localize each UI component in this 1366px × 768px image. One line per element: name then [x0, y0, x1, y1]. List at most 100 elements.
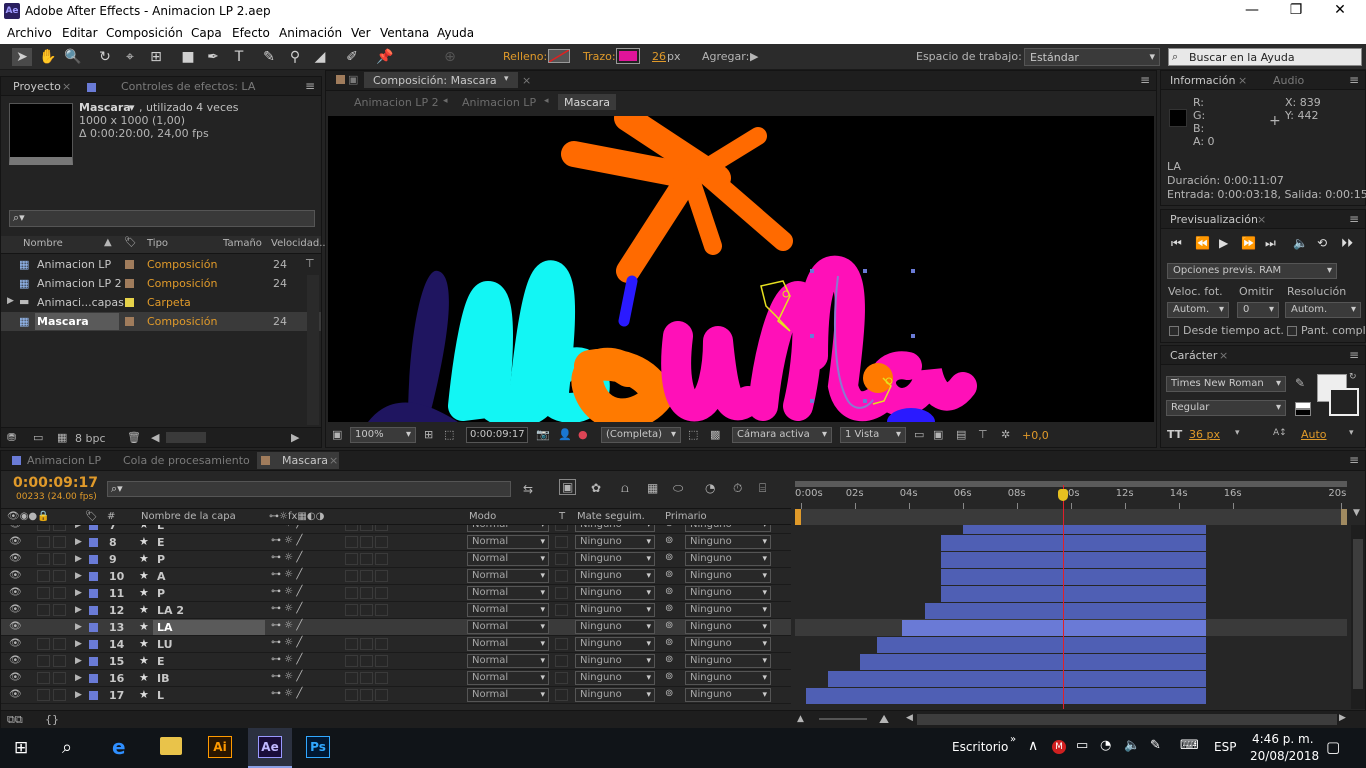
comp-viewer[interactable] [328, 116, 1154, 422]
scroll-thumb[interactable] [166, 432, 206, 443]
black-swatch[interactable] [1295, 409, 1311, 416]
draft-3d-icon[interactable]: ▣ [559, 479, 577, 495]
preserve-transparency-box[interactable] [555, 689, 568, 701]
toggle-modes-icon[interactable]: {} [45, 713, 59, 726]
switch-box[interactable] [345, 621, 358, 633]
switch-box[interactable] [375, 536, 388, 548]
parent-select[interactable]: Ninguno [685, 525, 771, 532]
rotate-tool-icon[interactable]: ↻ [95, 48, 115, 66]
switch-box[interactable] [345, 689, 358, 701]
auto-keyframe-icon[interactable]: ◔ [705, 481, 715, 495]
ram-preview-options-select[interactable]: Opciones previs. RAM [1167, 263, 1337, 279]
transparency-grid-icon[interactable]: ▩ [710, 428, 720, 441]
menu-capa[interactable]: Capa [191, 26, 222, 40]
solo-toggle-box[interactable] [53, 525, 66, 531]
pickwhip-icon[interactable]: ⊚ [665, 654, 673, 665]
tab-character[interactable]: Carácter [1170, 349, 1217, 362]
resolution-select[interactable]: Autom. [1285, 302, 1361, 318]
blend-mode-select[interactable]: Normal [467, 654, 549, 668]
expand-triangle-icon[interactable]: ▶ [75, 673, 82, 683]
track-matte-select[interactable]: Ninguno [575, 525, 655, 532]
pickwhip-icon[interactable]: ⊚ [665, 525, 673, 529]
fill-swatch[interactable] [548, 49, 570, 63]
switch-box[interactable] [375, 672, 388, 684]
pickwhip-icon[interactable]: ⊚ [665, 569, 673, 580]
col-size[interactable]: Tamaño [223, 238, 262, 249]
file-explorer-icon[interactable] [160, 737, 182, 755]
switch-box[interactable] [345, 553, 358, 565]
prev-frame-icon[interactable]: ⏪ [1195, 236, 1210, 250]
language-indicator[interactable]: ESP [1214, 740, 1236, 754]
zoom-tool-icon[interactable]: 🔍 [63, 48, 83, 66]
label-color-swatch[interactable] [89, 525, 98, 530]
switch-box[interactable] [375, 621, 388, 633]
parent-select[interactable]: Ninguno [685, 688, 771, 702]
eye-icon[interactable]: 👁 [9, 621, 22, 632]
expand-triangle-icon[interactable]: ▶ [75, 588, 82, 598]
layer-name[interactable]: E [157, 655, 165, 668]
label-color-swatch[interactable] [125, 260, 134, 269]
breadcrumb-item[interactable]: Mascara [564, 96, 610, 109]
layer-name[interactable]: P [157, 553, 165, 566]
solo-toggle-box[interactable] [53, 621, 66, 633]
switch-box[interactable] [375, 689, 388, 701]
layer-row[interactable]: 👁 ▶ 15 ★ E ⊶ ☼ ╱ Normal Ninguno ⊚ Ninguno [1, 653, 791, 670]
expand-triangle-icon[interactable]: ▶ [7, 296, 14, 306]
tab-audio[interactable]: Audio [1273, 74, 1304, 87]
last-frame-icon[interactable]: ⏭ [1265, 236, 1276, 251]
always-preview-icon[interactable]: ▣ [332, 428, 342, 441]
expand-triangle-icon[interactable]: ▶ [75, 554, 82, 564]
layer-row[interactable]: 👁 ▶ 11 ★ P ⊶ ☼ ╱ Normal Ninguno ⊚ Ninguno [1, 585, 791, 602]
layer-row[interactable]: 👁 ▶ 13 ★ LA ⊶ ☼ ╱ Normal Ninguno ⊚ Ninguno [1, 619, 791, 636]
preserve-transparency-box[interactable] [555, 604, 568, 616]
label-color-swatch[interactable] [89, 555, 98, 564]
layer-row[interactable]: 👁 ▶ 16 ★ IB ⊶ ☼ ╱ Normal Ninguno ⊚ Ninguno [1, 670, 791, 687]
panel-menu-icon[interactable]: ≡ [1349, 73, 1359, 87]
switch-box[interactable] [360, 553, 373, 565]
battery-icon[interactable]: ▭ [1076, 738, 1088, 753]
blend-mode-select[interactable]: Normal [467, 671, 549, 685]
switch-box[interactable] [345, 570, 358, 582]
comp-name-chevron-icon[interactable]: ▾ [129, 101, 135, 114]
label-color-swatch[interactable] [125, 279, 134, 288]
timeline-hscroll-thumb[interactable] [917, 714, 1337, 725]
project-scrollbar[interactable] [307, 275, 319, 425]
notifications-icon[interactable]: ▢ [1326, 738, 1340, 756]
solo-toggle-box[interactable] [53, 655, 66, 667]
next-frame-icon[interactable]: ⏩ [1241, 236, 1256, 250]
expand-triangle-icon[interactable]: ▶ [75, 525, 82, 530]
track-matte-select[interactable]: Ninguno [575, 688, 655, 702]
solo-toggle-box[interactable] [53, 587, 66, 599]
playhead-line[interactable] [1063, 485, 1065, 709]
track-matte-select[interactable]: Ninguno [575, 671, 655, 685]
safe-zones-icon[interactable]: ⊞ [424, 428, 433, 441]
work-area-range[interactable] [795, 509, 1347, 525]
label-color-swatch[interactable] [89, 572, 98, 581]
label-color-swatch[interactable] [89, 606, 98, 615]
interpret-footage-icon[interactable]: ⛃ [7, 431, 16, 444]
layer-duration-bar[interactable] [828, 671, 1206, 687]
show-snapshot-icon[interactable]: 👤 [558, 428, 572, 441]
project-item[interactable]: ▦ Animacion LP 2 Composición 24 [1, 274, 321, 293]
text-tool-icon[interactable]: T [229, 48, 249, 66]
eye-icon[interactable]: 👁 [9, 553, 22, 564]
layer-switches-icon[interactable]: ⊶ ☼ ╱ [271, 525, 302, 529]
eye-icon[interactable]: 👁 [9, 655, 22, 666]
tab-composition[interactable]: Composición: Mascara [373, 74, 497, 87]
switch-box[interactable] [375, 638, 388, 650]
pickwhip-icon[interactable]: ⊚ [665, 620, 673, 631]
audio-icon[interactable]: 🔈 [1293, 236, 1308, 250]
switch-box[interactable] [345, 655, 358, 667]
timeline-scrollbar[interactable] [1351, 525, 1365, 709]
switch-box[interactable] [360, 536, 373, 548]
fps-select[interactable]: Autom. [1167, 302, 1229, 318]
tab-preview[interactable]: Previsualización [1170, 213, 1258, 226]
parent-select[interactable]: Ninguno [685, 586, 771, 600]
eraser-tool-icon[interactable]: ◢ [310, 48, 330, 66]
layer-row[interactable]: 👁 ▶ 7 ★ L ⊶ ☼ ╱ Normal Ninguno ⊚ Ninguno [1, 525, 791, 534]
layer-switches-icon[interactable]: ⊶ ☼ ╱ [271, 688, 302, 699]
pickwhip-icon[interactable]: ⊚ [665, 671, 673, 682]
expand-triangle-icon[interactable]: ▶ [75, 537, 82, 547]
white-swatch[interactable] [1295, 402, 1311, 409]
layer-switches-icon[interactable]: ⊶ ☼ ╱ [271, 671, 302, 682]
